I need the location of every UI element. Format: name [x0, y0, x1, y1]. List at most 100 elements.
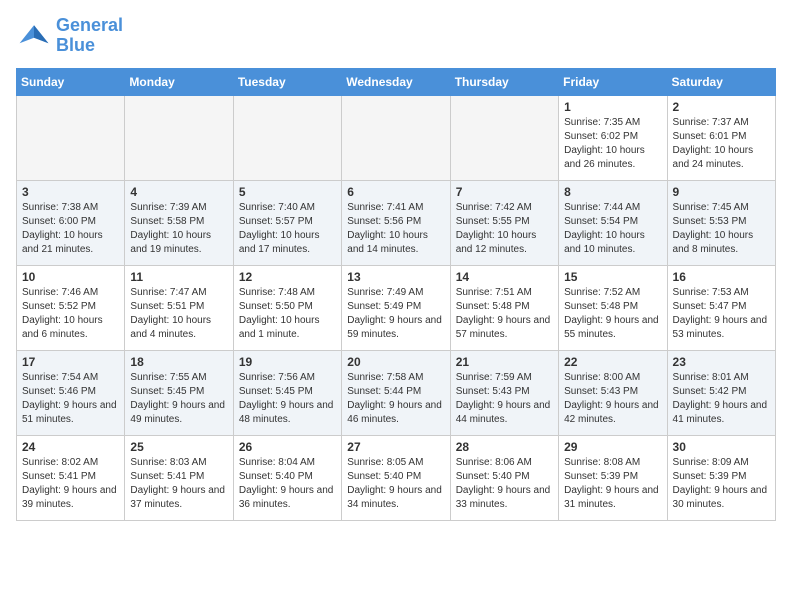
- day-info: Sunrise: 8:08 AM Sunset: 5:39 PM Dayligh…: [564, 456, 661, 512]
- calendar-cell: 24 Sunrise: 8:02 AM Sunset: 5:41 PM Dayli…: [17, 435, 125, 520]
- day-number: 18: [130, 355, 227, 369]
- calendar-cell: 4 Sunrise: 7:39 AM Sunset: 5:58 PM Daylig…: [125, 180, 233, 265]
- calendar-header-row: SundayMondayTuesdayWednesdayThursdayFrid…: [17, 68, 776, 95]
- day-number: 29: [564, 440, 661, 454]
- calendar-cell: 23Sunrise: 8:01 AM Sunset: 5:42 PM Dayli…: [667, 350, 775, 435]
- calendar-cell: 26 Sunrise: 8:04 AM Sunset: 5:40 PM Dayli…: [233, 435, 341, 520]
- day-number: 28: [456, 440, 553, 454]
- calendar-cell: 19Sunrise: 7:56 AM Sunset: 5:45 PM Dayli…: [233, 350, 341, 435]
- day-info: Sunrise: 7:49 AM Sunset: 5:49 PM Dayligh…: [347, 286, 444, 342]
- day-info: Sunrise: 7:42 AM Sunset: 5:55 PM Dayligh…: [456, 201, 553, 257]
- calendar-cell: 10 Sunrise: 7:46 AM Sunset: 5:52 PM Dayli…: [17, 265, 125, 350]
- calendar-cell: 29 Sunrise: 8:08 AM Sunset: 5:39 PM Dayli…: [559, 435, 667, 520]
- calendar-cell: 12 Sunrise: 7:48 AM Sunset: 5:50 PM Dayli…: [233, 265, 341, 350]
- calendar-cell: 8 Sunrise: 7:44 AM Sunset: 5:54 PM Daylig…: [559, 180, 667, 265]
- day-header-thursday: Thursday: [450, 68, 558, 95]
- calendar-week-row: 17 Sunrise: 7:54 AM Sunset: 5:46 PM Dayli…: [17, 350, 776, 435]
- day-info: Sunrise: 8:04 AM Sunset: 5:40 PM Dayligh…: [239, 456, 336, 512]
- calendar-cell: [233, 95, 341, 180]
- day-info: Sunrise: 7:54 AM Sunset: 5:46 PM Dayligh…: [22, 371, 119, 427]
- calendar-cell: 22 Sunrise: 8:00 AM Sunset: 5:43 PM Dayli…: [559, 350, 667, 435]
- day-header-sunday: Sunday: [17, 68, 125, 95]
- day-number: 25: [130, 440, 227, 454]
- calendar-cell: 6 Sunrise: 7:41 AM Sunset: 5:56 PM Daylig…: [342, 180, 450, 265]
- day-number: 1: [564, 100, 661, 114]
- day-number: 17: [22, 355, 119, 369]
- day-number: 26: [239, 440, 336, 454]
- day-info: Sunrise: 7:58 AM Sunset: 5:44 PM Dayligh…: [347, 371, 444, 427]
- day-number: 9: [673, 185, 770, 199]
- day-number: 20: [347, 355, 444, 369]
- calendar-cell: 13 Sunrise: 7:49 AM Sunset: 5:49 PM Dayli…: [342, 265, 450, 350]
- day-info: Sunrise: 7:40 AM Sunset: 5:57 PM Dayligh…: [239, 201, 336, 257]
- day-info: Sunrise: 7:47 AM Sunset: 5:51 PM Dayligh…: [130, 286, 227, 342]
- calendar-cell: 9 Sunrise: 7:45 AM Sunset: 5:53 PM Daylig…: [667, 180, 775, 265]
- logo-text: General Blue: [56, 16, 123, 56]
- calendar-cell: [125, 95, 233, 180]
- day-number: 2: [673, 100, 770, 114]
- day-header-wednesday: Wednesday: [342, 68, 450, 95]
- calendar-cell: 21 Sunrise: 7:59 AM Sunset: 5:43 PM Dayli…: [450, 350, 558, 435]
- day-info: Sunrise: 7:59 AM Sunset: 5:43 PM Dayligh…: [456, 371, 553, 427]
- day-number: 27: [347, 440, 444, 454]
- calendar-table: SundayMondayTuesdayWednesdayThursdayFrid…: [16, 68, 776, 521]
- calendar-cell: 11 Sunrise: 7:47 AM Sunset: 5:51 PM Dayli…: [125, 265, 233, 350]
- day-info: Sunrise: 7:45 AM Sunset: 5:53 PM Dayligh…: [673, 201, 770, 257]
- day-number: 4: [130, 185, 227, 199]
- calendar-cell: 3Sunrise: 7:38 AM Sunset: 6:00 PM Daylig…: [17, 180, 125, 265]
- day-info: Sunrise: 7:52 AM Sunset: 5:48 PM Dayligh…: [564, 286, 661, 342]
- day-header-friday: Friday: [559, 68, 667, 95]
- calendar-cell: 7 Sunrise: 7:42 AM Sunset: 5:55 PM Daylig…: [450, 180, 558, 265]
- day-number: 16: [673, 270, 770, 284]
- calendar-cell: [450, 95, 558, 180]
- day-info: Sunrise: 8:02 AM Sunset: 5:41 PM Dayligh…: [22, 456, 119, 512]
- day-info: Sunrise: 7:39 AM Sunset: 5:58 PM Dayligh…: [130, 201, 227, 257]
- day-info: Sunrise: 7:37 AM Sunset: 6:01 PM Dayligh…: [673, 116, 770, 172]
- day-number: 6: [347, 185, 444, 199]
- day-number: 10: [22, 270, 119, 284]
- day-info: Sunrise: 7:48 AM Sunset: 5:50 PM Dayligh…: [239, 286, 336, 342]
- day-info: Sunrise: 8:09 AM Sunset: 5:39 PM Dayligh…: [673, 456, 770, 512]
- day-info: Sunrise: 7:56 AM Sunset: 5:45 PM Dayligh…: [239, 371, 336, 427]
- calendar-cell: 25 Sunrise: 8:03 AM Sunset: 5:41 PM Dayli…: [125, 435, 233, 520]
- day-number: 8: [564, 185, 661, 199]
- day-header-tuesday: Tuesday: [233, 68, 341, 95]
- day-info: Sunrise: 7:55 AM Sunset: 5:45 PM Dayligh…: [130, 371, 227, 427]
- calendar-cell: 14 Sunrise: 7:51 AM Sunset: 5:48 PM Dayli…: [450, 265, 558, 350]
- day-number: 14: [456, 270, 553, 284]
- calendar-cell: 5 Sunrise: 7:40 AM Sunset: 5:57 PM Daylig…: [233, 180, 341, 265]
- logo-icon: [16, 18, 52, 54]
- calendar-week-row: 24 Sunrise: 8:02 AM Sunset: 5:41 PM Dayli…: [17, 435, 776, 520]
- calendar-cell: 1Sunrise: 7:35 AM Sunset: 6:02 PM Daylig…: [559, 95, 667, 180]
- day-number: 5: [239, 185, 336, 199]
- day-number: 24: [22, 440, 119, 454]
- day-info: Sunrise: 8:03 AM Sunset: 5:41 PM Dayligh…: [130, 456, 227, 512]
- day-number: 30: [673, 440, 770, 454]
- calendar-cell: 30 Sunrise: 8:09 AM Sunset: 5:39 PM Dayli…: [667, 435, 775, 520]
- day-number: 3: [22, 185, 119, 199]
- calendar-cell: 20 Sunrise: 7:58 AM Sunset: 5:44 PM Dayli…: [342, 350, 450, 435]
- day-info: Sunrise: 7:41 AM Sunset: 5:56 PM Dayligh…: [347, 201, 444, 257]
- day-number: 13: [347, 270, 444, 284]
- day-info: Sunrise: 8:00 AM Sunset: 5:43 PM Dayligh…: [564, 371, 661, 427]
- day-number: 11: [130, 270, 227, 284]
- day-info: Sunrise: 8:01 AM Sunset: 5:42 PM Dayligh…: [673, 371, 770, 427]
- calendar-cell: 17 Sunrise: 7:54 AM Sunset: 5:46 PM Dayli…: [17, 350, 125, 435]
- calendar-cell: [342, 95, 450, 180]
- calendar-cell: 16 Sunrise: 7:53 AM Sunset: 5:47 PM Dayli…: [667, 265, 775, 350]
- day-number: 7: [456, 185, 553, 199]
- day-header-monday: Monday: [125, 68, 233, 95]
- day-number: 12: [239, 270, 336, 284]
- day-number: 21: [456, 355, 553, 369]
- day-number: 22: [564, 355, 661, 369]
- day-info: Sunrise: 8:06 AM Sunset: 5:40 PM Dayligh…: [456, 456, 553, 512]
- day-info: Sunrise: 7:44 AM Sunset: 5:54 PM Dayligh…: [564, 201, 661, 257]
- day-info: Sunrise: 7:46 AM Sunset: 5:52 PM Dayligh…: [22, 286, 119, 342]
- day-info: Sunrise: 7:51 AM Sunset: 5:48 PM Dayligh…: [456, 286, 553, 342]
- calendar-cell: 27 Sunrise: 8:05 AM Sunset: 5:40 PM Dayli…: [342, 435, 450, 520]
- calendar-cell: 18 Sunrise: 7:55 AM Sunset: 5:45 PM Dayli…: [125, 350, 233, 435]
- day-info: Sunrise: 7:53 AM Sunset: 5:47 PM Dayligh…: [673, 286, 770, 342]
- day-info: Sunrise: 8:05 AM Sunset: 5:40 PM Dayligh…: [347, 456, 444, 512]
- calendar-week-row: 1Sunrise: 7:35 AM Sunset: 6:02 PM Daylig…: [17, 95, 776, 180]
- day-header-saturday: Saturday: [667, 68, 775, 95]
